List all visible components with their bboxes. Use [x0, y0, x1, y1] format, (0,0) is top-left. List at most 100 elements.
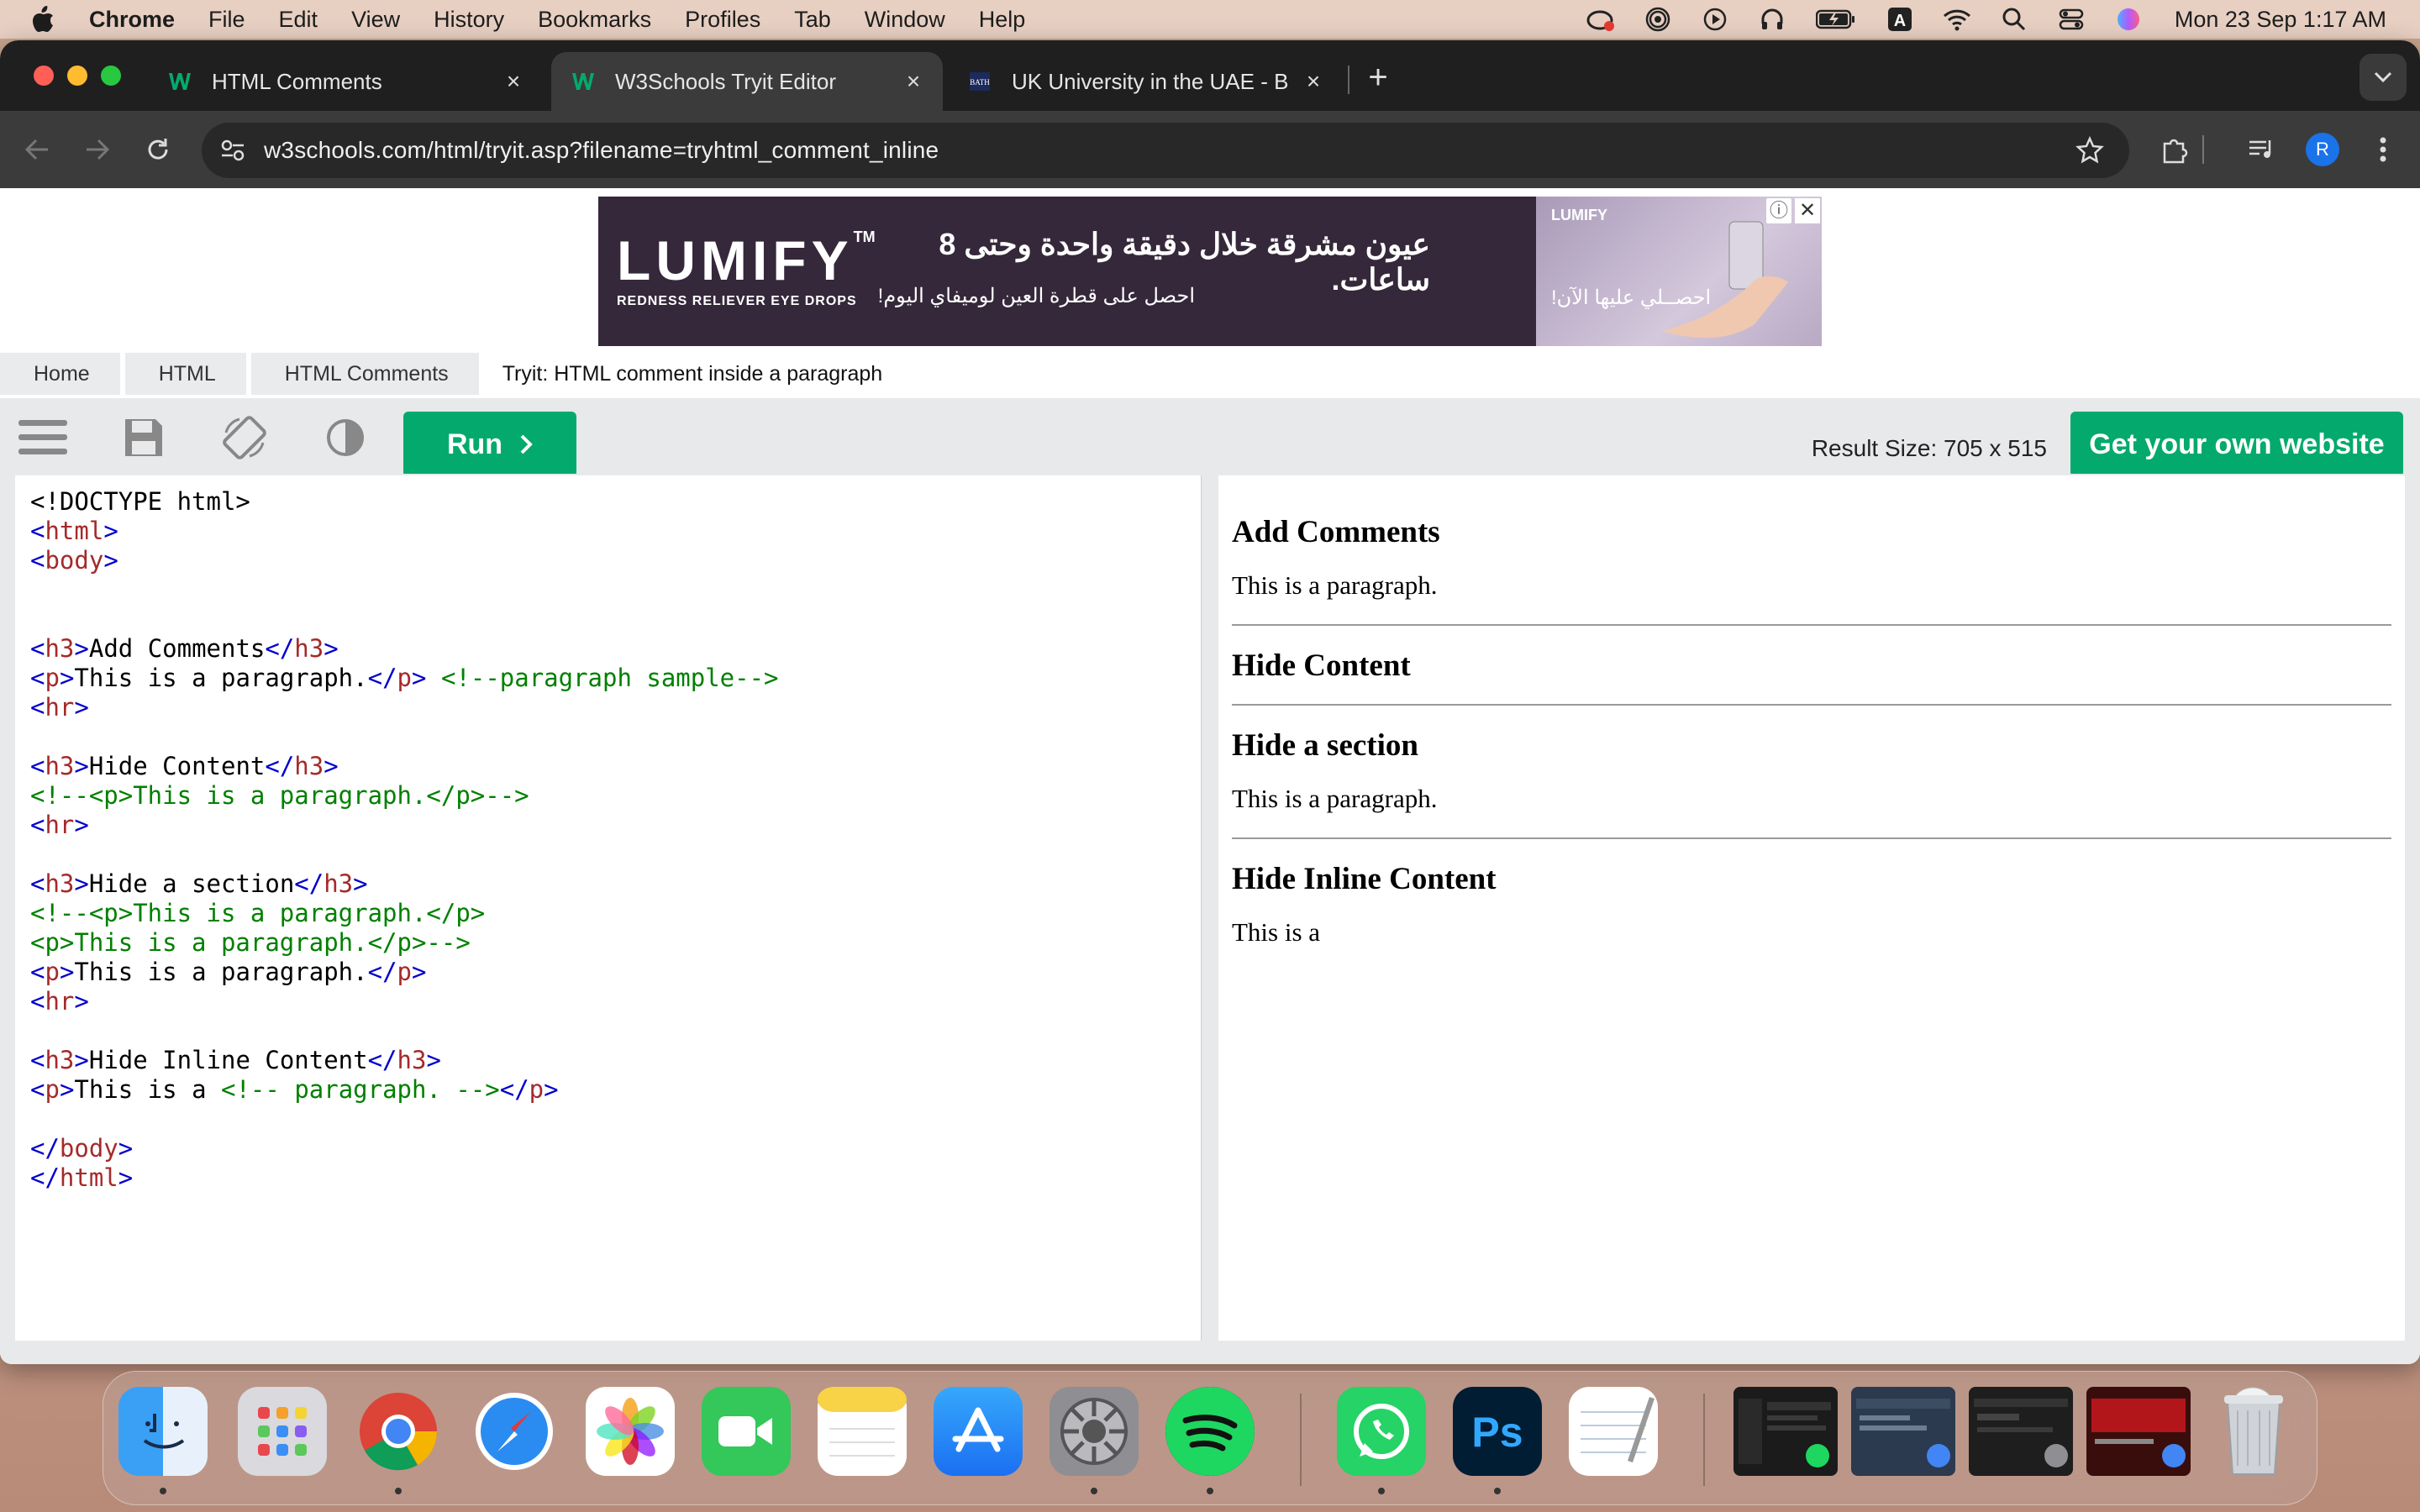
menu-file[interactable]: File: [208, 7, 245, 33]
close-tab-icon[interactable]: ×: [901, 68, 926, 94]
app-store-icon[interactable]: [934, 1387, 1023, 1476]
tab-search-button[interactable]: [2360, 54, 2407, 101]
battery-icon[interactable]: [1815, 5, 1857, 34]
save-icon[interactable]: [119, 415, 168, 460]
notes-icon[interactable]: [818, 1387, 907, 1476]
launchpad-icon[interactable]: [238, 1387, 327, 1476]
code-line[interactable]: [30, 1105, 1186, 1134]
menu-profiles[interactable]: Profiles: [685, 7, 760, 33]
tab-uk-university[interactable]: BATH UK University in the UAE - Ba ×: [948, 52, 1343, 111]
minimize-window-button[interactable]: [67, 66, 87, 86]
photos-icon[interactable]: [586, 1387, 675, 1476]
headphones-icon[interactable]: [1758, 5, 1786, 34]
airdrop-icon[interactable]: [1644, 5, 1672, 34]
menu-tab[interactable]: Tab: [794, 7, 831, 33]
finder-icon[interactable]: [118, 1387, 208, 1494]
address-bar[interactable]: w3schools.com/html/tryit.asp?filename=tr…: [202, 123, 2129, 178]
code-line[interactable]: <p>This is a paragraph.</p> <!--paragrap…: [30, 664, 1186, 693]
new-tab-button[interactable]: +: [1361, 60, 1395, 94]
code-editor[interactable]: <!DOCTYPE html> <html> <body> <h3>Add Comme…: [15, 475, 1202, 1341]
spotlight-icon[interactable]: [2000, 5, 2028, 34]
dark-mode-toggle-icon[interactable]: [321, 415, 370, 460]
forward-button[interactable]: [81, 133, 114, 166]
breadcrumb-html-comments[interactable]: HTML Comments: [250, 353, 479, 395]
code-line[interactable]: <p>This is a paragraph.</p>: [30, 958, 1186, 987]
zoom-window-button[interactable]: [101, 66, 121, 86]
profile-avatar[interactable]: R: [2306, 133, 2339, 166]
tab-html-comments[interactable]: HTML Comments ×: [148, 52, 543, 111]
code-line[interactable]: [30, 575, 1186, 605]
code-line[interactable]: <body>: [30, 546, 1186, 575]
code-line[interactable]: <h3>Hide Content</h3>: [30, 752, 1186, 781]
menu-edit[interactable]: Edit: [279, 7, 318, 33]
reload-button[interactable]: [141, 133, 175, 166]
control-center-icon[interactable]: [2057, 5, 2086, 34]
close-tab-icon[interactable]: ×: [1301, 68, 1326, 94]
window-system-thumbnail[interactable]: [1969, 1387, 2073, 1476]
spotify-icon[interactable]: [1165, 1387, 1255, 1494]
trash-icon[interactable]: [2209, 1387, 2298, 1476]
menu-view[interactable]: View: [351, 7, 400, 33]
code-line[interactable]: <hr>: [30, 693, 1186, 722]
ad-close-icon[interactable]: ✕: [1795, 198, 1820, 223]
code-line[interactable]: [30, 1016, 1186, 1046]
menu-hamburger-icon[interactable]: [18, 415, 67, 460]
siri-icon[interactable]: [2114, 5, 2143, 34]
chrome-icon[interactable]: [354, 1387, 443, 1494]
code-line[interactable]: </body>: [30, 1134, 1186, 1163]
tab-w3schools-tryit[interactable]: W3Schools Tryit Editor ×: [551, 52, 943, 111]
window-chrome-thumbnail[interactable]: [1851, 1387, 1955, 1476]
code-line[interactable]: <!DOCTYPE html>: [30, 487, 1186, 517]
menu-window[interactable]: Window: [865, 7, 945, 33]
url-text[interactable]: w3schools.com/html/tryit.asp?filename=tr…: [264, 137, 939, 164]
safari-icon[interactable]: [470, 1387, 559, 1476]
code-line[interactable]: [30, 605, 1186, 634]
breadcrumb-html[interactable]: HTML: [124, 353, 246, 395]
bookmark-star-icon[interactable]: [2075, 135, 2104, 165]
code-line[interactable]: <p>This is a paragraph.</p>-->: [30, 928, 1186, 958]
whatsapp-icon[interactable]: [1337, 1387, 1426, 1494]
menu-history[interactable]: History: [434, 7, 504, 33]
wifi-icon[interactable]: [1943, 5, 1971, 34]
result-frame[interactable]: Add Comments This is a paragraph. Hide C…: [1218, 475, 2405, 1341]
rotate-orientation-icon[interactable]: [220, 415, 269, 460]
get-your-own-website-button[interactable]: Get your own website: [2070, 412, 2403, 477]
chrome-menu-icon[interactable]: [2366, 133, 2400, 166]
textedit-icon[interactable]: [1569, 1387, 1658, 1476]
code-line[interactable]: <hr>: [30, 811, 1186, 840]
site-settings-icon[interactable]: [218, 136, 247, 165]
menubar-clock[interactable]: Mon 23 Sep 1:17 AM: [2175, 7, 2386, 33]
close-tab-icon[interactable]: ×: [501, 68, 526, 94]
code-line[interactable]: <hr>: [30, 987, 1186, 1016]
code-line[interactable]: <h3>Hide a section</h3>: [30, 869, 1186, 899]
apple-menu-icon[interactable]: [30, 5, 60, 34]
media-controls-icon[interactable]: [2245, 133, 2279, 166]
creative-cloud-icon[interactable]: [1586, 5, 1615, 34]
extensions-icon[interactable]: [2158, 133, 2191, 166]
menu-app-name[interactable]: Chrome: [89, 7, 175, 33]
code-line[interactable]: <p>This is a <!-- paragraph. --></p>: [30, 1075, 1186, 1105]
run-button[interactable]: Run: [403, 412, 576, 477]
code-line[interactable]: <!--<p>This is a paragraph.</p>-->: [30, 781, 1186, 811]
code-line[interactable]: <h3>Add Comments</h3>: [30, 634, 1186, 664]
code-line[interactable]: <h3>Hide Inline Content</h3>: [30, 1046, 1186, 1075]
back-button[interactable]: [20, 133, 54, 166]
advertisement-banner[interactable]: LUMIFYTM REDNESS RELIEVER EYE DROPS عيون…: [598, 197, 1822, 346]
code-line[interactable]: <html>: [30, 517, 1186, 546]
facetime-icon[interactable]: [702, 1387, 791, 1476]
system-settings-icon[interactable]: [1050, 1387, 1139, 1494]
code-line[interactable]: [30, 840, 1186, 869]
breadcrumb-home[interactable]: Home: [0, 353, 120, 395]
menu-help[interactable]: Help: [979, 7, 1026, 33]
menu-bookmarks[interactable]: Bookmarks: [538, 7, 651, 33]
play-icon[interactable]: [1701, 5, 1729, 34]
code-line[interactable]: [30, 722, 1186, 752]
photoshop-icon[interactable]: Ps: [1453, 1387, 1542, 1494]
keyboard-a-icon[interactable]: A: [1886, 5, 1914, 34]
window-spotify-thumbnail[interactable]: [1733, 1387, 1838, 1476]
ad-info-icon[interactable]: ⓘ: [1766, 198, 1791, 223]
code-line[interactable]: </html>: [30, 1163, 1186, 1193]
window-chrome-thumbnail[interactable]: [2086, 1387, 2191, 1476]
code-line[interactable]: <!--<p>This is a paragraph.</p>: [30, 899, 1186, 928]
close-window-button[interactable]: [34, 66, 54, 86]
